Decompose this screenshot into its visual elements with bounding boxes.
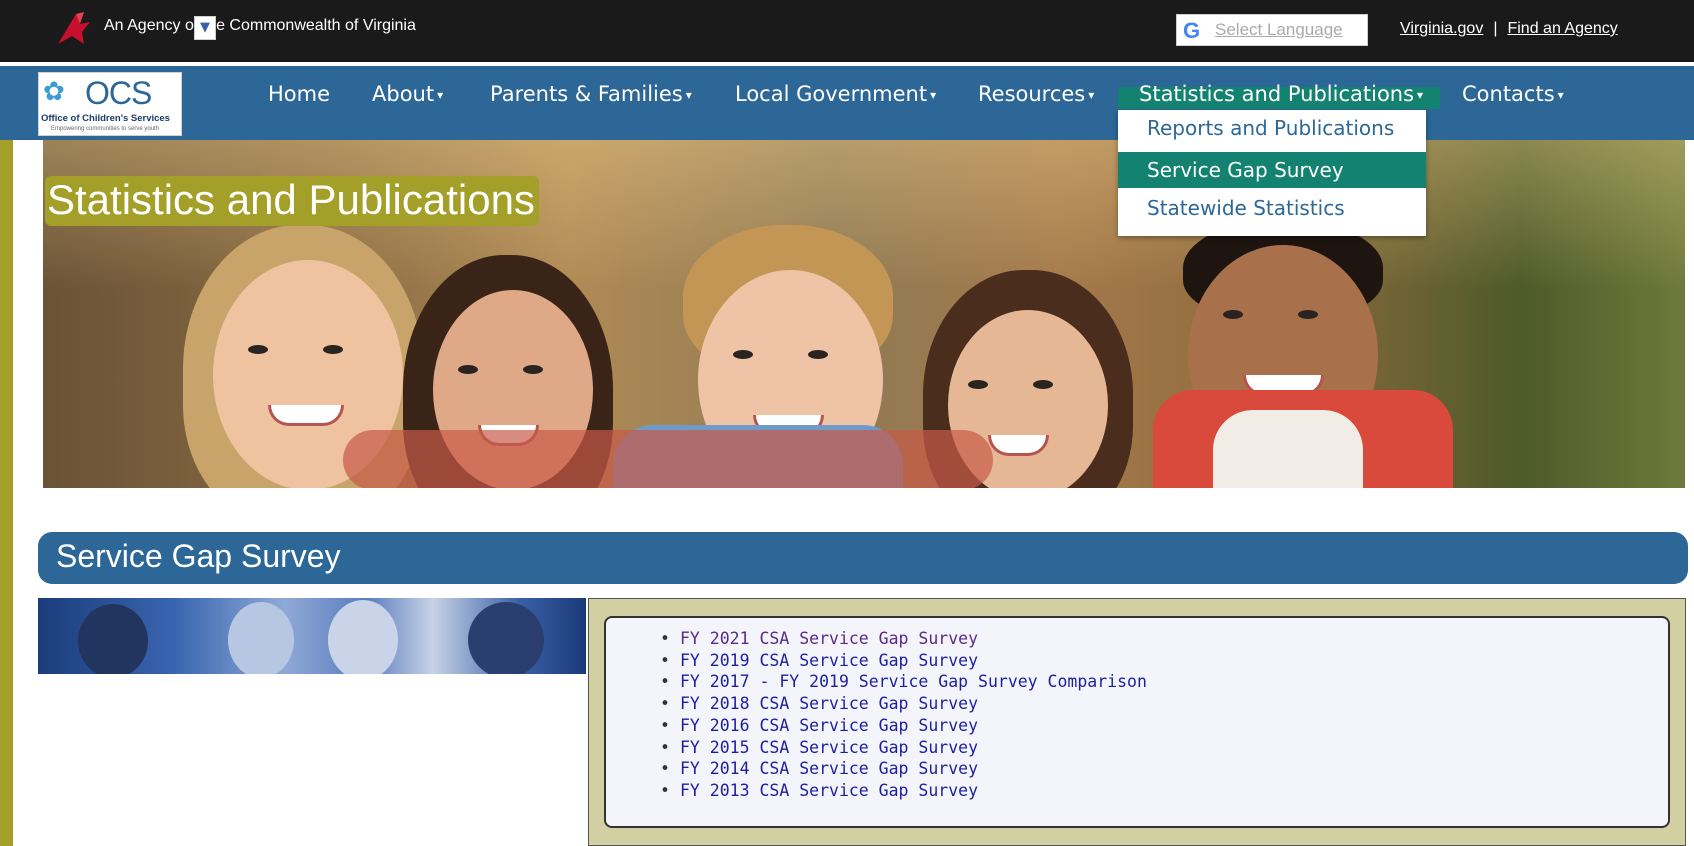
nav-contacts[interactable]: Contacts ▾ bbox=[1462, 82, 1564, 106]
nav-local-government[interactable]: Local Government ▾ bbox=[735, 82, 936, 106]
nav-statistics-publications[interactable]: Statistics and Publications ▾ bbox=[1139, 82, 1423, 106]
ocs-logo-name: Office of Children's Services bbox=[41, 113, 170, 124]
children-arms bbox=[343, 430, 993, 488]
caret-down-icon: ▾ bbox=[930, 88, 937, 102]
survey-link-fy2017-fy2019-comparison[interactable]: FY 2017 - FY 2019 Service Gap Survey Com… bbox=[640, 671, 1147, 693]
language-select[interactable]: G Select Language bbox=[1176, 14, 1368, 46]
page-title: Service Gap Survey bbox=[56, 538, 341, 574]
ocs-logo-tagline: Empowering communities to serve youth bbox=[51, 126, 160, 132]
child-eye bbox=[1223, 310, 1243, 319]
nav-resources-label: Resources bbox=[978, 82, 1086, 106]
hero-title: Statistics and Publications bbox=[45, 176, 539, 226]
survey-link-fy2021[interactable]: FY 2021 CSA Service Gap Survey bbox=[640, 628, 1147, 650]
child-photo-face bbox=[328, 600, 398, 674]
virginia-cardinal-icon bbox=[58, 12, 90, 44]
survey-link-fy2013[interactable]: FY 2013 CSA Service Gap Survey bbox=[640, 780, 1147, 802]
menu-item-reports-publications[interactable]: Reports and Publications bbox=[1118, 110, 1426, 146]
child-eye bbox=[248, 345, 268, 354]
caret-down-icon: ▾ bbox=[437, 88, 444, 102]
child-eye bbox=[323, 345, 343, 354]
nav-statistics-publications-label: Statistics and Publications bbox=[1139, 82, 1415, 106]
ocs-logo[interactable]: ✿ OCS Office of Children's Services Empo… bbox=[38, 72, 182, 136]
language-select-label[interactable]: Select Language bbox=[1215, 20, 1343, 40]
nav-home-label: Home bbox=[268, 82, 331, 106]
nav-local-government-label: Local Government bbox=[735, 82, 928, 106]
google-icon: G bbox=[1183, 18, 1201, 43]
nav-contacts-label: Contacts bbox=[1462, 82, 1555, 106]
caret-down-icon: ▾ bbox=[1088, 88, 1095, 102]
chevron-down-icon[interactable]: ▼ bbox=[194, 16, 216, 40]
survey-link-fy2015[interactable]: FY 2015 CSA Service Gap Survey bbox=[640, 737, 1147, 759]
survey-list: FY 2021 CSA Service Gap Survey FY 2019 C… bbox=[640, 628, 1147, 802]
left-accent-strip bbox=[0, 140, 13, 846]
caret-down-icon: ▾ bbox=[685, 88, 692, 102]
top-links: Virginia.gov | Find an Agency bbox=[1400, 20, 1618, 38]
nav-top-gap bbox=[0, 62, 1694, 66]
children-photo-strip bbox=[38, 598, 586, 674]
child-shirt-inner bbox=[1213, 410, 1363, 488]
virginia-gov-link[interactable]: Virginia.gov bbox=[1400, 20, 1483, 37]
child-photo-face bbox=[228, 602, 294, 674]
survey-link-fy2018[interactable]: FY 2018 CSA Service Gap Survey bbox=[640, 693, 1147, 715]
ocs-logo-abbrev: OCS bbox=[85, 75, 152, 111]
caret-down-icon: ▾ bbox=[1417, 88, 1424, 102]
child-photo-face bbox=[468, 602, 544, 674]
survey-link-fy2016[interactable]: FY 2016 CSA Service Gap Survey bbox=[640, 715, 1147, 737]
child-eye bbox=[523, 365, 543, 374]
nav-resources[interactable]: Resources ▾ bbox=[978, 82, 1094, 106]
survey-link-fy2019[interactable]: FY 2019 CSA Service Gap Survey bbox=[640, 650, 1147, 672]
child-photo-face bbox=[78, 604, 148, 674]
menu-item-service-gap-survey[interactable]: Service Gap Survey bbox=[1118, 152, 1426, 188]
ocs-hands-icon: ✿ bbox=[43, 77, 65, 107]
nav-home[interactable]: Home bbox=[268, 82, 330, 106]
link-separator: | bbox=[1493, 20, 1498, 37]
child-eye bbox=[733, 350, 753, 359]
nav-parents-families[interactable]: Parents & Families ▾ bbox=[490, 82, 692, 106]
child-eye bbox=[808, 350, 828, 359]
nav-about[interactable]: About ▾ bbox=[372, 82, 443, 106]
child-eye bbox=[458, 365, 478, 374]
agency-text: An Agency of the Commonwealth of Virgini… bbox=[104, 17, 416, 34]
menu-item-statewide-statistics[interactable]: Statewide Statistics bbox=[1118, 190, 1426, 226]
child-smile bbox=[268, 405, 344, 426]
nav-parents-families-label: Parents & Families bbox=[490, 82, 683, 106]
find-an-agency-link[interactable]: Find an Agency bbox=[1507, 20, 1617, 37]
statistics-dropdown-menu: Reports and Publications Service Gap Sur… bbox=[1118, 110, 1426, 236]
survey-link-fy2014[interactable]: FY 2014 CSA Service Gap Survey bbox=[640, 758, 1147, 780]
child-eye bbox=[1033, 380, 1053, 389]
child-eye bbox=[1298, 310, 1318, 319]
nav-about-label: About bbox=[372, 82, 435, 106]
caret-down-icon: ▾ bbox=[1557, 88, 1564, 102]
child-eye bbox=[968, 380, 988, 389]
